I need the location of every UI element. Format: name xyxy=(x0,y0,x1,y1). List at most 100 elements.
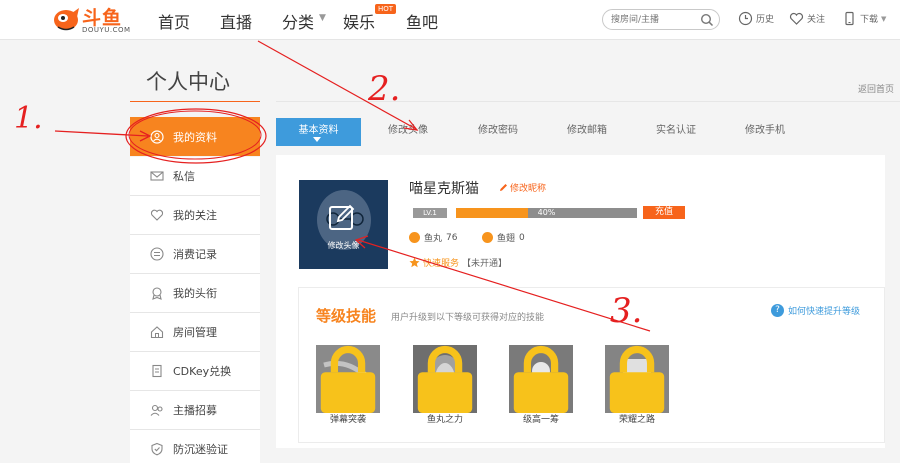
exp-progress-text: 40% xyxy=(537,208,556,217)
search-icon[interactable] xyxy=(700,13,714,27)
yuchi-stat: 鱼翅 0 xyxy=(482,231,525,244)
skills-description: 用户升级到以下等级可获得对应的技能 xyxy=(391,313,545,323)
clock-icon xyxy=(738,11,753,26)
nav-entertainment[interactable]: 娱乐 xyxy=(343,9,375,33)
edit-icon xyxy=(329,204,355,230)
skill-level-up-icon xyxy=(509,345,573,413)
edit-nickname-link[interactable]: 修改昵称 xyxy=(499,181,546,194)
sidebar-item-label: 消费记录 xyxy=(173,248,217,261)
top-navbar: 斗鱼 DOUYU.COM 首页 直播 分类 ▼ 娱乐 HOT 鱼吧 历史 关注 … xyxy=(0,0,900,40)
page-title: 个人中心 xyxy=(146,70,230,94)
medal-icon xyxy=(152,287,162,300)
sidebar-item-label: CDKey兑换 xyxy=(173,365,232,378)
sidebar-item-titles[interactable]: 我的头衔 xyxy=(130,274,260,313)
skill-danmu-raid-icon xyxy=(316,345,380,413)
back-home-link[interactable]: 返回首页 xyxy=(858,82,894,95)
skill-name: 弹幕突袭 xyxy=(329,415,366,425)
fish-logo-icon xyxy=(54,8,79,31)
sidebar-item-label: 主播招募 xyxy=(173,404,217,417)
sidebar-item-label: 私信 xyxy=(173,170,195,183)
skills-help-label: 如何快速提升等级 xyxy=(788,307,861,317)
edit-nickname-label: 修改昵称 xyxy=(510,184,547,194)
tab-edit-avatar[interactable]: 修改头像 xyxy=(388,118,428,146)
nav-yuba[interactable]: 鱼吧 xyxy=(406,9,438,33)
nav-live[interactable]: 直播 xyxy=(220,9,252,33)
sidebar-item-profile[interactable]: 我的资料 xyxy=(130,117,260,156)
user-circle-icon xyxy=(150,129,164,144)
house-icon xyxy=(150,326,164,339)
lock-icon xyxy=(513,345,569,413)
follow-button[interactable]: 关注 xyxy=(789,11,825,26)
history-button[interactable]: 历史 xyxy=(738,11,774,26)
chevron-down-icon: ▼ xyxy=(319,13,326,23)
yuwan-stat: 鱼丸 76 xyxy=(409,231,457,244)
annotation-label-2: 2. xyxy=(367,69,400,109)
annotation-arrow-2 xyxy=(257,40,417,130)
tab-real-name[interactable]: 实名认证 xyxy=(656,118,696,146)
lock-icon xyxy=(320,345,376,413)
tab-edit-email[interactable]: 修改邮箱 xyxy=(567,118,607,146)
quick-service-status: 【未开通】 xyxy=(462,259,508,269)
lock-icon xyxy=(609,345,665,413)
shield-icon xyxy=(151,442,163,456)
search-input[interactable] xyxy=(611,12,695,27)
annotation-label-1: 1. xyxy=(14,101,43,136)
skill-name: 鱼丸之力 xyxy=(426,415,463,425)
avatar-label: 修改头像 xyxy=(327,241,360,250)
yuwan-label: 鱼丸 xyxy=(424,234,443,244)
recharge-button[interactable]: 充值 xyxy=(643,206,685,219)
yuchi-icon xyxy=(482,232,493,243)
nav-category[interactable]: 分类 xyxy=(282,9,314,33)
hot-badge: HOT xyxy=(375,4,397,14)
skill-yuwan-power-icon xyxy=(413,345,477,413)
history-label: 历史 xyxy=(756,15,775,25)
level-badge: LV.1 xyxy=(413,208,447,218)
follow-label: 关注 xyxy=(807,15,826,25)
quick-service-link[interactable]: 快速服务 xyxy=(423,256,459,269)
recruit-icon xyxy=(150,404,163,416)
question-icon: ? xyxy=(771,304,784,317)
sidebar-item-spending[interactable]: 消费记录 xyxy=(130,235,260,274)
exp-progress-bar: 40% xyxy=(456,208,637,218)
avatar[interactable]: 修改头像 xyxy=(299,180,388,269)
sidebar-item-messages[interactable]: 私信 xyxy=(130,157,260,196)
skill-glory-road-icon xyxy=(605,345,669,413)
header-divider xyxy=(276,101,900,102)
quick-service: 快速服务 【未开通】 xyxy=(409,256,507,269)
search-box xyxy=(602,9,720,30)
sidebar-item-label: 我的关注 xyxy=(173,209,217,222)
chevron-down-icon: ▼ xyxy=(881,14,887,23)
pencil-icon xyxy=(500,184,507,191)
sidebar-item-label: 我的头衔 xyxy=(173,287,217,300)
sidebar-item-recruit[interactable]: 主播招募 xyxy=(130,391,260,430)
tab-caret-icon xyxy=(313,137,321,142)
record-icon xyxy=(150,247,164,261)
skills-title: 等级技能 xyxy=(316,307,377,325)
lock-icon xyxy=(417,345,473,413)
sidebar-item-anti-addiction[interactable]: 防沉迷验证 xyxy=(130,430,260,463)
sidebar-item-room-manage[interactable]: 房间管理 xyxy=(130,313,260,352)
skill-name: 荣耀之路 xyxy=(618,415,655,425)
nav-home[interactable]: 首页 xyxy=(158,9,190,33)
star-icon xyxy=(409,257,420,268)
tab-edit-phone[interactable]: 修改手机 xyxy=(745,118,785,146)
yuchi-label: 鱼翅 xyxy=(497,234,516,244)
heart-icon xyxy=(789,12,804,25)
yuwan-icon xyxy=(409,232,420,243)
mail-icon xyxy=(150,171,164,181)
username: 喵星克斯猫 xyxy=(409,181,479,197)
sidebar-item-cdkey[interactable]: CDKey兑换 xyxy=(130,352,260,391)
heart-icon xyxy=(150,209,164,221)
sidebar-item-label: 防沉迷验证 xyxy=(173,443,228,456)
yuchi-value: 0 xyxy=(519,232,525,243)
download-button[interactable]: 下载 ▼ xyxy=(842,11,886,26)
phone-icon xyxy=(845,11,854,26)
sidebar-item-label: 房间管理 xyxy=(173,326,217,339)
skills-help-link[interactable]: ? 如何快速提升等级 xyxy=(771,304,860,317)
sidebar-item-label: 我的资料 xyxy=(173,130,217,144)
download-label: 下载 xyxy=(860,15,879,25)
sidebar-item-following[interactable]: 我的关注 xyxy=(130,196,260,235)
title-underline xyxy=(130,101,260,102)
douyu-logo[interactable]: 斗鱼 DOUYU.COM xyxy=(52,3,130,37)
tab-edit-password[interactable]: 修改密码 xyxy=(478,118,518,146)
